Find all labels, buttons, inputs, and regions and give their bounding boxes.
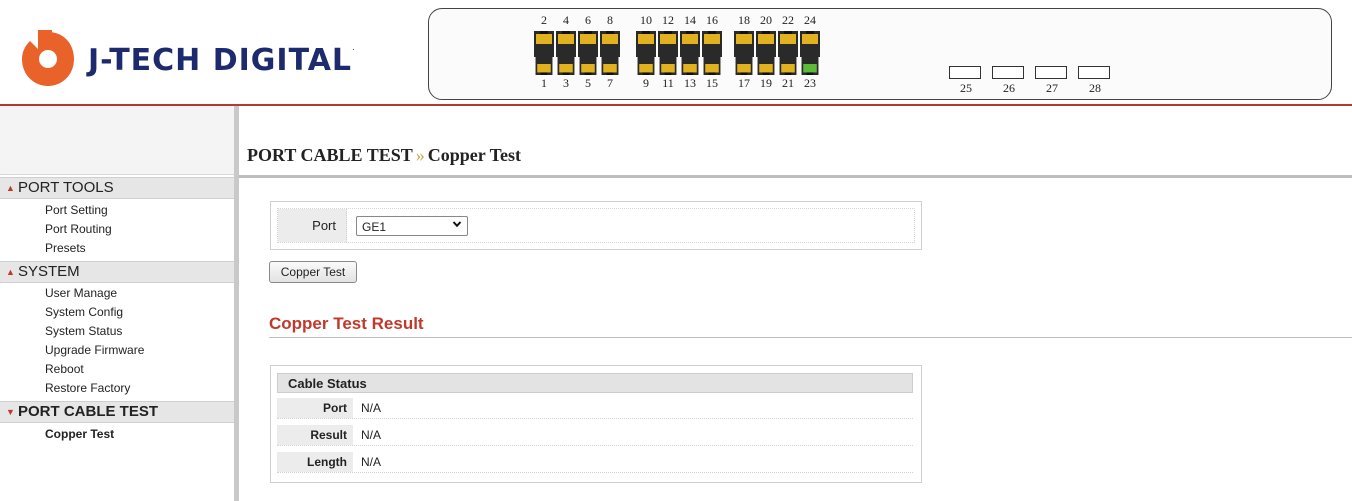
rj45-port-13-icon bbox=[681, 53, 699, 75]
row-label: Result bbox=[310, 428, 347, 442]
port-number-label: 19 bbox=[760, 76, 772, 90]
sfp-port-number-label: 27 bbox=[1046, 81, 1058, 95]
rj45-port-19-icon bbox=[757, 53, 775, 75]
rj45-port-23-icon bbox=[801, 53, 819, 75]
caret-up-icon: ▲ bbox=[6, 183, 15, 193]
result-title: Copper Test Result bbox=[269, 314, 424, 333]
rj45-port-3-icon bbox=[557, 53, 575, 75]
port-number-label: 23 bbox=[804, 76, 816, 90]
port-number-label: 8 bbox=[607, 13, 613, 27]
sidebar-item-reboot[interactable]: Reboot bbox=[45, 362, 84, 376]
rj45-port-9-icon bbox=[637, 53, 655, 75]
port-label: Port bbox=[312, 218, 336, 233]
sidebar-top bbox=[0, 106, 238, 175]
sidebar-item-user-manage[interactable]: User Manage bbox=[45, 286, 117, 300]
brand-logo-icon bbox=[22, 30, 74, 86]
rj45-port-11-icon bbox=[659, 53, 677, 75]
port-number-label: 11 bbox=[662, 76, 674, 90]
port-select-value: GE1 bbox=[362, 220, 387, 234]
port-number-label: 2 bbox=[541, 13, 547, 27]
port-number-label: 5 bbox=[585, 76, 591, 90]
port-number-label: 22 bbox=[782, 13, 794, 27]
sidebar-item-restore-factory[interactable]: Restore Factory bbox=[45, 381, 130, 395]
table-row: Port N/A bbox=[277, 398, 913, 419]
port-number-label: 9 bbox=[643, 76, 649, 90]
breadcrumb-page: Copper Test bbox=[427, 145, 521, 165]
port-number-label: 1 bbox=[541, 76, 547, 90]
row-value: N/A bbox=[361, 455, 382, 469]
port-number-label: 13 bbox=[684, 76, 696, 90]
sidebar-item-presets[interactable]: Presets bbox=[45, 241, 86, 255]
sidebar-item-upgrade-firmware[interactable]: Upgrade Firmware bbox=[45, 343, 144, 357]
port-number-label: 16 bbox=[706, 13, 718, 27]
chevron-down-icon bbox=[452, 221, 462, 228]
breadcrumb-separator-icon: » bbox=[415, 145, 425, 165]
sidebar-item-system-config[interactable]: System Config bbox=[45, 305, 123, 319]
rj45-port-15-icon bbox=[703, 53, 721, 75]
rj45-port-7-icon bbox=[601, 53, 619, 75]
sfp-port-number-label: 26 bbox=[1003, 81, 1015, 95]
sfp-port-26-icon bbox=[992, 66, 1024, 79]
port-select[interactable]: GE1 bbox=[356, 216, 468, 236]
port-number-label: 14 bbox=[684, 13, 696, 27]
port-number-label: 18 bbox=[738, 13, 750, 27]
port-number-label: 21 bbox=[782, 76, 794, 90]
rj45-port-17-icon bbox=[735, 53, 753, 75]
port-number-label: 6 bbox=[585, 13, 591, 27]
port-select-row: Port GE1 bbox=[277, 208, 915, 243]
port-number-label: 24 bbox=[804, 13, 816, 27]
breadcrumb-divider bbox=[239, 175, 1352, 178]
brand-logo: J-TECH DIGITAL. bbox=[18, 26, 358, 96]
row-label: Port bbox=[323, 401, 347, 415]
caret-down-icon: ▼ bbox=[6, 407, 15, 417]
port-number-label: 10 bbox=[640, 13, 652, 27]
brand-name: J-TECH DIGITAL. bbox=[88, 43, 356, 78]
rj45-port-21-icon bbox=[779, 53, 797, 75]
copper-test-button[interactable]: Copper Test bbox=[269, 261, 357, 283]
row-value: N/A bbox=[361, 428, 382, 442]
caret-up-icon: ▲ bbox=[6, 267, 15, 277]
breadcrumb-bar: PORT CABLE TEST» Copper Test bbox=[239, 133, 1352, 175]
row-value: N/A bbox=[361, 401, 382, 415]
sfp-port-27-icon bbox=[1035, 66, 1067, 79]
table-row: Result N/A bbox=[277, 425, 913, 446]
sfp-port-number-label: 25 bbox=[960, 81, 972, 95]
switch-port-panel: 2 1 4 3 6 5 8 7 10 9 12 11 14 13 16 15 18 17 20 19 22 21 24 23 2… bbox=[428, 8, 1332, 100]
port-number-label: 3 bbox=[563, 76, 569, 90]
sidebar-section-port-cable-test[interactable]: ▼ PORT CABLE TEST bbox=[0, 401, 234, 423]
cable-status-table: Cable Status Port N/A Result N/A Length … bbox=[270, 365, 922, 483]
sfp-port-number-label: 28 bbox=[1089, 81, 1101, 95]
header: J-TECH DIGITAL. 2 1 4 3 6 5 8 7 10 9 12 11 14 13 16 15 1… bbox=[0, 0, 1352, 106]
breadcrumb-section[interactable]: PORT CABLE TEST bbox=[247, 145, 413, 165]
sidebar-item-port-routing[interactable]: Port Routing bbox=[45, 222, 112, 236]
sfp-port-25-icon bbox=[949, 66, 981, 79]
sidebar-section-system[interactable]: ▲ SYSTEM bbox=[0, 261, 234, 283]
rj45-port-1-icon bbox=[535, 53, 553, 75]
port-label-cell: Port bbox=[278, 209, 347, 242]
sfp-port-28-icon bbox=[1078, 66, 1110, 79]
sidebar-item-system-status[interactable]: System Status bbox=[45, 324, 122, 338]
port-number-label: 20 bbox=[760, 13, 772, 27]
result-divider bbox=[269, 337, 1352, 338]
port-number-label: 15 bbox=[706, 76, 718, 90]
sidebar bbox=[0, 106, 238, 501]
port-number-label: 17 bbox=[738, 76, 750, 90]
table-row: Length N/A bbox=[277, 452, 913, 473]
row-label: Length bbox=[307, 455, 347, 469]
port-number-label: 7 bbox=[607, 76, 613, 90]
port-select-panel: Port GE1 bbox=[270, 201, 922, 250]
cable-status-header: Cable Status bbox=[277, 373, 913, 393]
rj45-port-5-icon bbox=[579, 53, 597, 75]
sidebar-section-port-tools[interactable]: ▲ PORT TOOLS bbox=[0, 177, 234, 199]
sidebar-item-port-setting[interactable]: Port Setting bbox=[45, 203, 108, 217]
port-number-label: 12 bbox=[662, 13, 674, 27]
port-number-label: 4 bbox=[563, 13, 569, 27]
sidebar-item-copper-test[interactable]: Copper Test bbox=[45, 427, 114, 441]
breadcrumb: PORT CABLE TEST» Copper Test bbox=[247, 145, 521, 166]
